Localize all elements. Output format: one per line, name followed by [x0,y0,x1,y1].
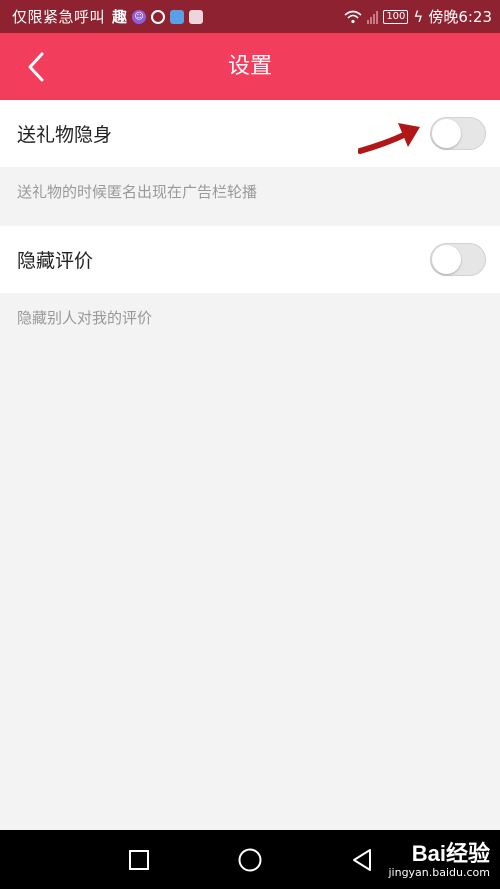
red-arrow-icon [358,123,420,154]
toggle-knob [432,245,461,274]
system-nav-bar: Bai经验 jingyan.baidu.com [0,830,500,889]
hide-reviews-toggle[interactable] [430,243,486,276]
battery-icon: 100 [383,9,409,24]
back-icon[interactable] [350,847,374,873]
notification-chat-icon [151,9,166,24]
notification-app2-icon [189,9,204,24]
signal-icon [367,10,379,24]
watermark-logo: Bai经验 [411,841,490,866]
status-bar: 仅限紧急呼叫 趣 ☺ 100 ϟ 傍晚6:23 [0,0,500,33]
setting-row-gift-invisible: 送礼物隐身 [0,100,500,167]
wifi-icon [344,10,362,23]
gift-invisible-toggle[interactable] [430,117,486,150]
notification-smiley-icon: ☺ [132,9,147,24]
carrier-text: 仅限紧急呼叫 [12,8,106,26]
toggle-knob [432,119,461,148]
setting-description-hide-reviews: 隐藏别人对我的评价 [17,309,153,327]
home-icon[interactable] [237,847,263,873]
status-bar-left: 仅限紧急呼叫 趣 ☺ [12,6,204,27]
charging-icon: ϟ [413,7,424,26]
status-bar-right: 100 ϟ 傍晚6:23 [344,6,492,27]
setting-row-hide-reviews: 隐藏评价 [0,226,500,293]
recent-apps-icon[interactable] [128,849,150,871]
watermark-url: jingyan.baidu.com [388,866,490,879]
watermark: Bai经验 jingyan.baidu.com [388,836,490,879]
setting-label-gift-invisible: 送礼物隐身 [17,124,113,146]
page-title: 设置 [227,54,272,79]
notification-app-icon: 趣 [112,8,128,26]
setting-label-hide-reviews: 隐藏评价 [17,250,94,272]
app-header: 设置 [0,33,500,100]
notification-message-icon [170,9,185,24]
setting-description-gift-invisible: 送礼物的时候匿名出现在广告栏轮播 [17,183,258,201]
clock: 傍晚6:23 [428,8,492,26]
